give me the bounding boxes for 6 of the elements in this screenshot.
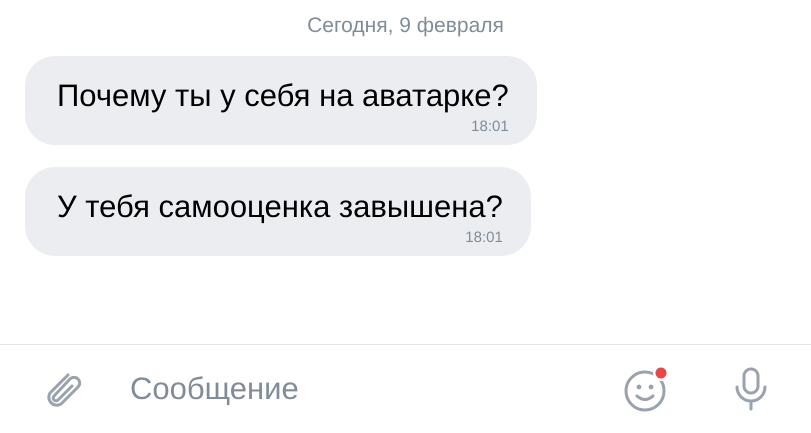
message-field[interactable]: Сообщение xyxy=(130,371,621,407)
message-text: Почему ты у себя на аватарке? xyxy=(57,78,509,114)
message-text: У тебя самооценка завышена? xyxy=(57,189,503,225)
date-separator: Сегодня, 9 февраля xyxy=(307,14,504,38)
message-time: 18:01 xyxy=(471,118,509,135)
message-time: 18:01 xyxy=(465,229,503,246)
